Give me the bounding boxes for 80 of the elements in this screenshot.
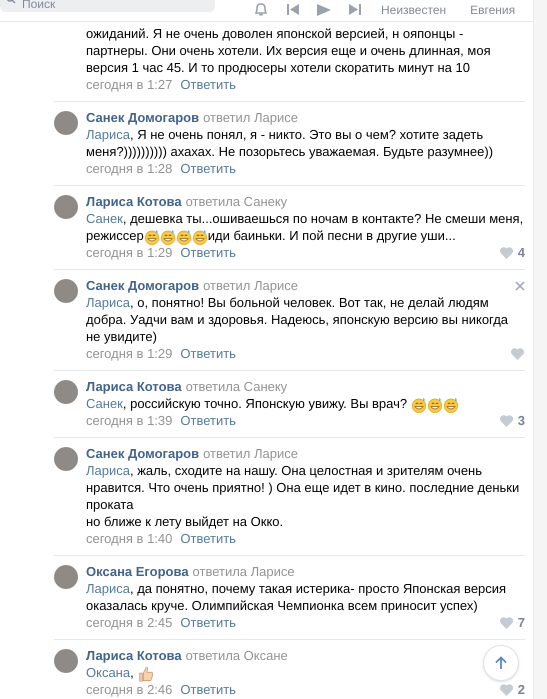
reply-link[interactable]: Ответить bbox=[180, 160, 236, 177]
avatar-photo-placeholder[interactable] bbox=[54, 195, 78, 219]
reply-link[interactable]: Ответить bbox=[180, 76, 236, 93]
sweat-smile-emoji-icon bbox=[144, 228, 160, 245]
search-field[interactable]: Поиск bbox=[0, 0, 215, 12]
heart-icon[interactable] bbox=[498, 616, 514, 629]
mention-link[interactable]: Санек bbox=[86, 396, 123, 411]
mention-link[interactable]: Санек bbox=[86, 211, 123, 226]
mention-link[interactable]: Лариса bbox=[86, 127, 130, 142]
scrollbar[interactable] bbox=[533, 0, 547, 699]
arrow-up-icon bbox=[495, 656, 507, 670]
like-count: 2 bbox=[518, 681, 525, 698]
author-name[interactable]: Санек Домогаров bbox=[86, 109, 200, 126]
avatar-photo-placeholder[interactable] bbox=[54, 447, 78, 471]
reply-to-label[interactable]: ответил Ларисе bbox=[203, 109, 298, 126]
sweat-smile-emoji-icon bbox=[426, 396, 443, 413]
reply-to-label[interactable]: ответила Ларисе bbox=[192, 563, 295, 580]
comment-text: Лариса, Я не очень понял, я - никто. Это вы о чем? хотите задеть меня?)))))))))) ахахах. Не позорьтесь уважаемая. Будьте разумнее)) bbox=[86, 126, 494, 160]
heart-icon[interactable] bbox=[498, 683, 514, 696]
play-icon[interactable] bbox=[317, 4, 331, 16]
sweat-smile-emoji-icon bbox=[176, 228, 192, 245]
sweat-smile-emoji-icon bbox=[410, 396, 427, 413]
reply-link[interactable]: Ответить bbox=[180, 530, 236, 547]
reply-link[interactable]: Ответить bbox=[180, 244, 236, 261]
comment-text: Лариса, о, понятно! Вы больной человек. Вот так, не делай людям добра. Уадчи вам и здоровья. Надеюсь, японскую версию вы никогда не увидите) bbox=[86, 294, 510, 345]
like-count: 3 bbox=[518, 412, 525, 429]
reply-link[interactable]: Ответить bbox=[180, 412, 236, 429]
avatar-photo-placeholder[interactable] bbox=[54, 649, 78, 673]
author-name[interactable]: Оксана Егорова bbox=[86, 563, 189, 580]
comment-text: Оксана, bbox=[86, 664, 156, 681]
author-name[interactable]: Санек Домогаров bbox=[86, 445, 200, 462]
mention-link[interactable]: Лариса bbox=[86, 463, 130, 478]
heart-icon[interactable] bbox=[498, 414, 514, 427]
scroll-up-button[interactable] bbox=[483, 645, 519, 681]
comment-text: Лариса, да понятно, почему такая истерика- просто Японская версия оказалась круче. Олимпийская Чемпионка всем приносит успех) bbox=[86, 580, 508, 614]
comment-time[interactable]: сегодня в 2:45 bbox=[86, 614, 172, 631]
reply-to-label[interactable]: ответила Оксане bbox=[186, 647, 288, 664]
comment-time[interactable]: сегодня в 1:27 bbox=[86, 76, 172, 93]
author-name[interactable]: Лариса Котова bbox=[86, 193, 182, 210]
mention-link[interactable]: Лариса bbox=[86, 295, 130, 310]
avatar-photo-placeholder[interactable] bbox=[54, 279, 78, 303]
sweat-smile-emoji-icon bbox=[160, 228, 176, 245]
thumbs-up-emoji-icon bbox=[137, 664, 156, 683]
close-icon[interactable] bbox=[515, 280, 525, 290]
comment-text: Лариса, жаль, сходите на нашу. Она целостная и зрителям очень нравится. Что очень приятно! ) Она еще идет в кино. последние деньки проката но ближе к лету выйдет на Окко. bbox=[86, 462, 520, 530]
like-count: 7 bbox=[518, 614, 525, 631]
comment-text: Санек, российскую точно. Японскую увижу. Вы врач? bbox=[86, 395, 459, 412]
reply-link[interactable]: Ответить bbox=[180, 681, 236, 698]
comment-text: Санек, дешевка ты...ошиваешься по ночам в контакте? Не смеши меня, режиссер иди баиньки. И пой песни в другие уши... bbox=[86, 210, 524, 244]
reply-to-label[interactable]: ответила Санеку bbox=[186, 378, 288, 395]
previous-track-icon[interactable] bbox=[287, 4, 299, 15]
track-title[interactable]: Неизвестен bbox=[381, 3, 446, 17]
bell-icon[interactable] bbox=[253, 3, 269, 16]
mention-link[interactable]: Лариса bbox=[86, 581, 130, 596]
comment-time[interactable]: сегодня в 2:46 bbox=[86, 681, 172, 698]
comment-time[interactable]: сегодня в 1:39 bbox=[86, 412, 172, 429]
avatar-photo-placeholder[interactable] bbox=[54, 565, 78, 589]
author-name[interactable]: Лариса Котова bbox=[86, 647, 182, 664]
user-name[interactable]: Евгения bbox=[470, 3, 516, 17]
comment-text: ожиданий. Я не очень доволен японской версией, н ояпонцы - партнеры. Они очень хотели. Их версия еще и очень длинная, моя версия 1 час 45. И то продюсеры хотели скоратить минут на 10 bbox=[86, 25, 492, 76]
reply-to-label[interactable]: ответил Ларисе bbox=[203, 277, 298, 294]
heart-icon[interactable] bbox=[498, 246, 514, 259]
like-count: 4 bbox=[518, 244, 525, 261]
sweat-smile-emoji-icon bbox=[442, 396, 459, 413]
author-name[interactable]: Санек Домогаров bbox=[86, 277, 200, 294]
mention-link[interactable]: Оксана bbox=[86, 665, 130, 680]
reply-to-label[interactable]: ответил Ларисе bbox=[203, 445, 298, 462]
comment-time[interactable]: сегодня в 1:28 bbox=[86, 160, 172, 177]
avatar-photo-placeholder[interactable] bbox=[54, 380, 78, 404]
sweat-smile-emoji-icon bbox=[192, 228, 208, 245]
comment-time[interactable]: сегодня в 1:29 bbox=[86, 345, 172, 362]
reply-link[interactable]: Ответить bbox=[180, 345, 236, 362]
heart-icon[interactable] bbox=[510, 347, 525, 360]
author-name[interactable]: Лариса Котова bbox=[86, 378, 182, 395]
reply-to-label[interactable]: ответила Санеку bbox=[186, 193, 288, 210]
reply-link[interactable]: Ответить bbox=[180, 614, 236, 631]
next-track-icon[interactable] bbox=[349, 4, 361, 15]
comment-time[interactable]: сегодня в 1:40 bbox=[86, 530, 172, 547]
avatar-photo-placeholder[interactable] bbox=[54, 111, 78, 135]
comment-time[interactable]: сегодня в 1:29 bbox=[86, 244, 172, 261]
